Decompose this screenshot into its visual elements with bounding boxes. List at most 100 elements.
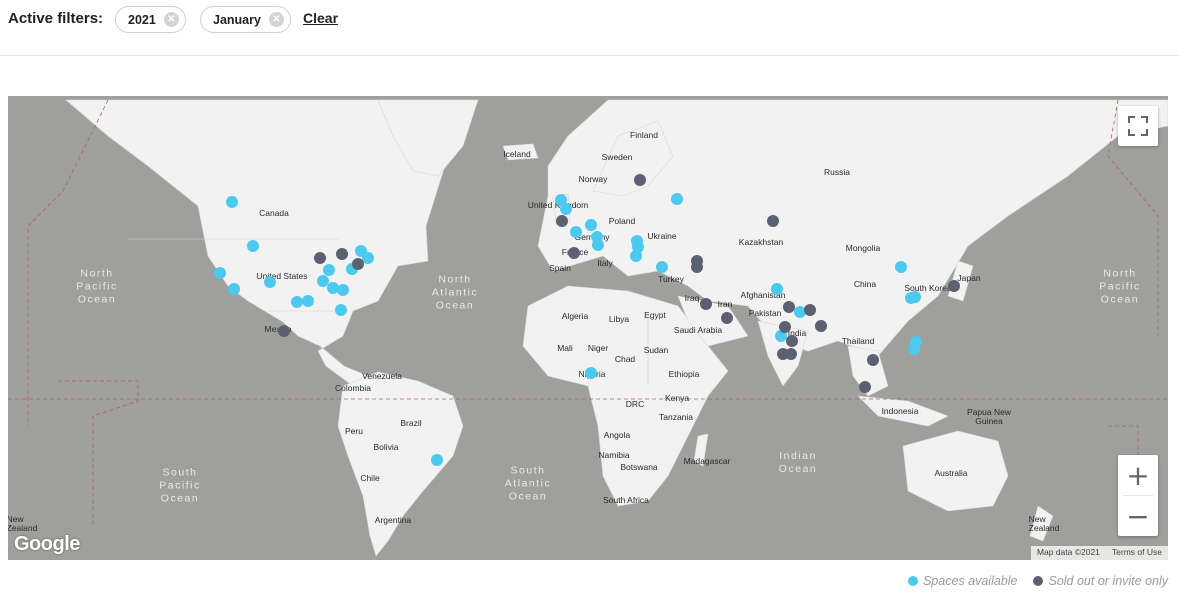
country-label-bolivia: Bolivia: [373, 442, 399, 452]
country-label-tanzania: Tanzania: [658, 412, 694, 422]
map-data-attribution: Map data ©2021: [1036, 547, 1100, 557]
map-marker-available[interactable]: [226, 196, 238, 208]
map-marker-available[interactable]: [228, 283, 240, 295]
map-marker-sold-out[interactable]: [336, 248, 348, 260]
country-label-papua-new-guinea: Papua New Guinea: [967, 407, 1011, 426]
map-marker-available[interactable]: [895, 261, 907, 273]
country-label-finland: Finland: [630, 130, 658, 140]
zoom-out-button[interactable]: −: [1118, 496, 1158, 536]
country-label-new-zealand-west: New Zealand: [8, 514, 38, 533]
map-marker-available[interactable]: [247, 240, 259, 252]
country-label-pakistan: Pakistan: [748, 308, 782, 318]
map-marker-sold-out[interactable]: [859, 381, 871, 393]
country-label-spain: Spain: [549, 263, 571, 273]
country-label-mongolia: Mongolia: [845, 243, 881, 253]
map-marker-available[interactable]: [264, 276, 276, 288]
country-label-sweden: Sweden: [601, 152, 633, 162]
country-label-brazil: Brazil: [400, 418, 422, 428]
map-marker-sold-out[interactable]: [691, 261, 703, 273]
country-label-poland: Poland: [608, 216, 636, 226]
ocean-label-north-pacific-east: North Pacific Ocean: [1099, 267, 1141, 306]
map-marker-sold-out[interactable]: [867, 354, 879, 366]
map-marker-available[interactable]: [592, 239, 604, 251]
ocean-label-south-atlantic: South Atlantic Ocean: [504, 464, 552, 503]
zoom-control: + −: [1118, 455, 1158, 536]
country-label-russia: Russia: [824, 167, 850, 177]
map-marker-sold-out[interactable]: [948, 280, 960, 292]
remove-filter-icon[interactable]: ✕: [268, 12, 284, 27]
map-marker-sold-out[interactable]: [700, 298, 712, 310]
map-marker-sold-out[interactable]: [568, 247, 580, 259]
zoom-in-button[interactable]: +: [1118, 455, 1158, 495]
map-marker-available[interactable]: [909, 291, 921, 303]
filter-chip-label: 2021: [128, 12, 156, 27]
country-label-algeria: Algeria: [561, 311, 589, 321]
map-marker-available[interactable]: [302, 295, 314, 307]
country-label-kenya: Kenya: [664, 393, 690, 403]
map-marker-available[interactable]: [570, 226, 582, 238]
country-label-ukraine: Ukraine: [647, 231, 677, 241]
country-label-libya: Libya: [608, 314, 630, 324]
remove-filter-icon[interactable]: ✕: [163, 12, 179, 27]
country-label-china: China: [853, 279, 877, 289]
country-label-saudi-arabia: Saudi Arabia: [673, 325, 723, 335]
country-label-iceland: Iceland: [503, 149, 531, 159]
map-marker-sold-out[interactable]: [314, 252, 326, 264]
map-marker-sold-out[interactable]: [783, 301, 795, 313]
country-label-niger: Niger: [587, 343, 609, 353]
map-marker-available[interactable]: [771, 283, 783, 295]
country-label-namibia: Namibia: [598, 450, 630, 460]
country-label-south-africa: South Africa: [603, 495, 649, 505]
map-marker-available[interactable]: [335, 304, 347, 316]
map-marker-sold-out[interactable]: [278, 325, 290, 337]
country-label-ethiopia: Ethiopia: [668, 369, 700, 379]
available-dot-icon: [907, 576, 918, 586]
map-marker-available[interactable]: [560, 203, 572, 215]
country-label-peru: Peru: [345, 426, 363, 436]
map-marker-available[interactable]: [585, 367, 597, 379]
country-label-australia: Australia: [934, 468, 968, 478]
clear-filters-link[interactable]: Clear: [303, 10, 338, 26]
country-label-argentina: Argentina: [374, 515, 412, 525]
map-marker-available[interactable]: [630, 250, 642, 262]
map-marker-sold-out[interactable]: [815, 320, 827, 332]
ocean-label-south-pacific: South Pacific Ocean: [159, 466, 201, 505]
map-marker-available[interactable]: [431, 454, 443, 466]
map-marker-available[interactable]: [908, 343, 920, 355]
map-marker-available[interactable]: [656, 261, 668, 273]
map-marker-sold-out[interactable]: [556, 215, 568, 227]
map-marker-sold-out[interactable]: [785, 348, 797, 360]
map-marker-available[interactable]: [323, 264, 335, 276]
map-marker-sold-out[interactable]: [786, 335, 798, 347]
ocean-label-north-atlantic: North Atlantic Ocean: [431, 273, 479, 312]
map-marker-available[interactable]: [585, 219, 597, 231]
map-marker-sold-out[interactable]: [721, 312, 733, 324]
terms-of-use-link[interactable]: Terms of Use: [1112, 547, 1162, 559]
map-marker-available[interactable]: [214, 267, 226, 279]
country-label-italy: Italy: [597, 258, 613, 268]
legend-item-sold-out: Sold out or invite only: [1033, 574, 1168, 588]
ocean-label-north-pacific-west: North Pacific Ocean: [76, 267, 118, 306]
fullscreen-button[interactable]: [1118, 106, 1158, 146]
world-map[interactable]: Finland Iceland Sweden Norway Russia Uni…: [8, 96, 1168, 560]
country-label-iraq: Iraq: [684, 293, 700, 303]
country-label-canada: Canada: [259, 208, 289, 218]
country-label-chile: Chile: [360, 473, 380, 483]
map-marker-sold-out[interactable]: [634, 174, 646, 186]
map-marker-sold-out[interactable]: [767, 215, 779, 227]
country-label-japan: Japan: [957, 273, 981, 283]
legend-item-available: Spaces available: [907, 574, 1017, 588]
map-marker-available[interactable]: [671, 193, 683, 205]
filter-chip-month[interactable]: January ✕: [200, 6, 291, 33]
country-label-egypt: Egypt: [644, 310, 666, 320]
filter-chip-year[interactable]: 2021 ✕: [115, 6, 186, 33]
fullscreen-icon: [1128, 116, 1148, 136]
country-label-kazakhstan: Kazakhstan: [738, 237, 784, 247]
map-marker-sold-out[interactable]: [804, 304, 816, 316]
map-marker-sold-out[interactable]: [352, 258, 364, 270]
filter-chip-label: January: [213, 12, 261, 27]
map-marker-sold-out[interactable]: [779, 321, 791, 333]
country-label-norway: Norway: [578, 174, 608, 184]
map-marker-available[interactable]: [337, 284, 349, 296]
country-label-angola: Angola: [603, 430, 631, 440]
